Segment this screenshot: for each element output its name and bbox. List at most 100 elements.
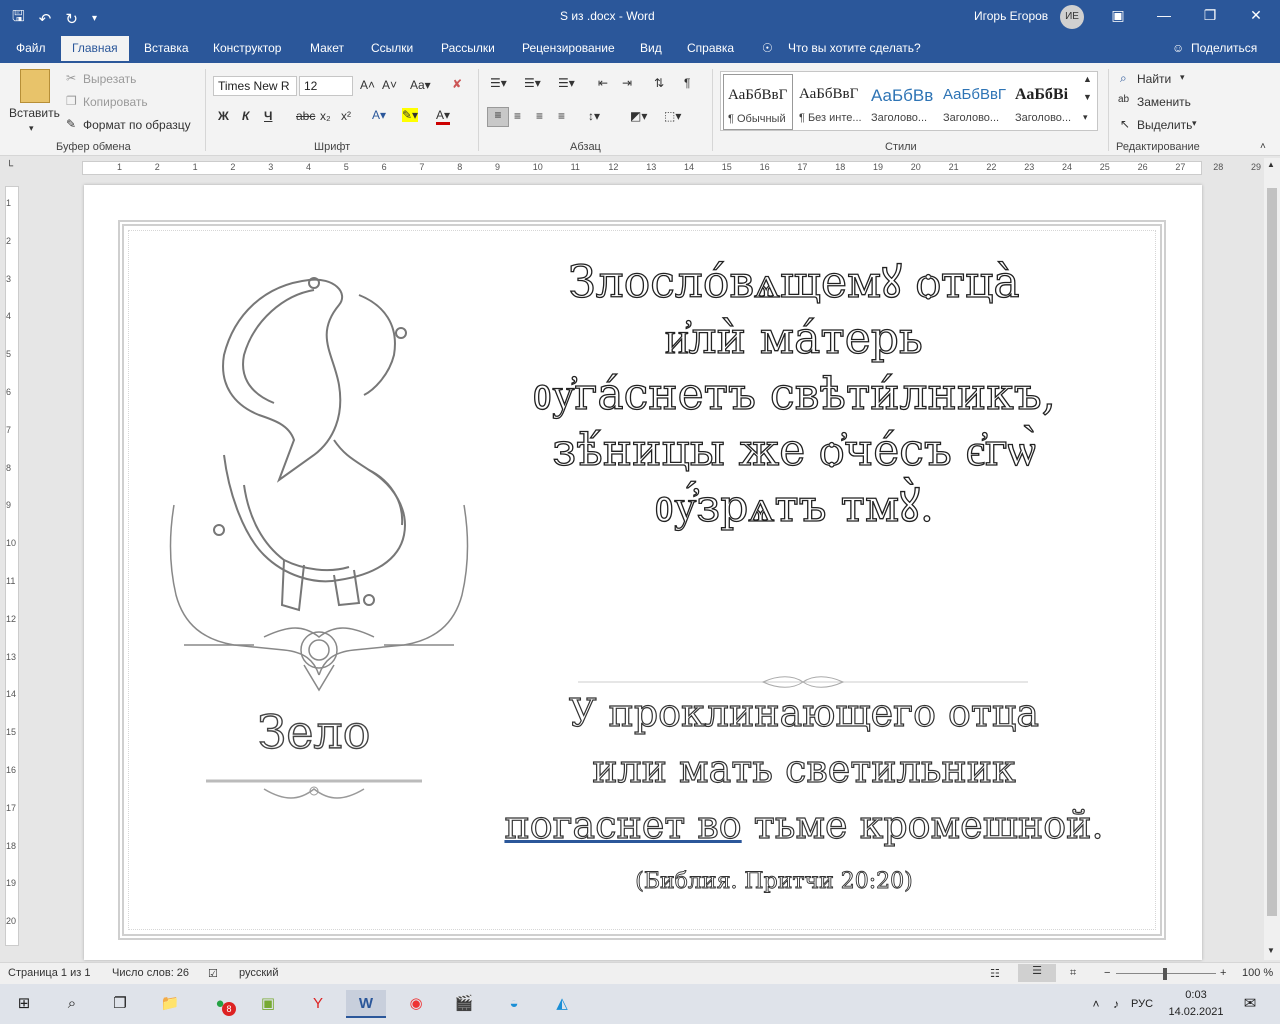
select-button[interactable]: Выделить [1137,118,1192,132]
font-color-icon[interactable]: A▾ [436,108,451,125]
horizontal-ruler[interactable]: └ 1 2 1 2 3 4 5 6 7 8 9 10 11 12 13 14 15 16 17 18 19 20 21 22 2… [0,157,1280,179]
task-view-icon[interactable]: ❐ [100,990,140,1018]
justify-icon[interactable]: ≡ [558,109,565,123]
maximize-button[interactable]: ❐ [1200,7,1220,24]
vertical-ruler[interactable]: 1 2 3 4 5 6 7 8 9 10 11 12 13 14 15 16 17 18 19 20 [0,180,22,960]
tab-mailings[interactable]: Рассылки [441,41,495,55]
font-size-combo[interactable]: 12 [299,76,353,96]
replace-button[interactable]: Заменить [1137,95,1191,109]
vertical-scrollbar[interactable]: ▲ ▼ [1264,158,1280,960]
style-heading-3[interactable]: АаБбВі Заголово... [1011,74,1081,130]
clock[interactable]: 0:03 14.02.2021 [1166,987,1226,1021]
increase-indent-icon[interactable]: ⇥ [622,76,632,90]
zoom-slider-thumb[interactable] [1163,968,1167,980]
copy-button[interactable]: Копировать [83,95,148,109]
document-page[interactable]: Зело Злослóвѧщемꙋ ѻтцà и҆лѝ ма́терь ᲂу҆г… [84,185,1202,960]
tab-file[interactable]: Файл [16,41,46,55]
share-button[interactable]: Поделиться [1191,41,1257,55]
paste-button[interactable]: Вставить [9,106,60,120]
proofing-icon[interactable]: ☑ [208,967,218,980]
styles-scroll-down-icon[interactable]: ▼ [1083,92,1092,102]
highlight-icon[interactable]: ✎▾ [402,108,419,122]
subscript-icon[interactable]: x₂ [320,109,331,123]
tab-insert[interactable]: Вставка [144,41,189,55]
tell-me-input[interactable]: Что вы хотите сделать? [788,41,921,55]
show-marks-icon[interactable]: ¶ [684,76,690,90]
zoom-level[interactable]: 100 % [1242,967,1273,979]
style-no-spacing[interactable]: АаБбВвГ ¶ Без инте... [795,74,865,130]
text-effects-icon[interactable]: A▾ [372,108,386,122]
styles-more-icon[interactable]: ▾ [1083,112,1088,123]
close-button[interactable]: ✕ [1246,7,1266,24]
borders-icon[interactable]: ⬚▾ [664,109,681,123]
user-name[interactable]: Игорь Егоров [974,9,1048,23]
change-case-icon[interactable]: Aa▾ [410,78,431,92]
read-mode-icon[interactable]: ☷ [990,967,1000,980]
tab-references[interactable]: Ссылки [371,41,413,55]
web-layout-icon[interactable]: ⌗ [1070,967,1076,980]
undo-icon[interactable]: ↶ [39,10,52,28]
clear-formatting-icon[interactable]: ✘ [452,77,462,91]
scrollbar-thumb[interactable] [1267,188,1277,916]
find-dropdown-icon[interactable]: ▾ [1180,72,1185,83]
word-app-icon[interactable]: W [346,990,386,1018]
tab-help[interactable]: Справка [687,41,734,55]
spellcheck-underlined-text[interactable]: погаснет во [504,802,742,847]
tab-view[interactable]: Вид [640,41,662,55]
word-count[interactable]: Число слов: 26 [112,967,189,979]
whatsapp-icon[interactable]: ● 8 [200,990,240,1018]
ribbon-display-icon[interactable]: ▣ [1108,7,1128,24]
sort-icon[interactable]: ⇅ [654,76,664,90]
chat-app-icon[interactable]: ▣ [248,990,288,1018]
font-name-combo[interactable]: Times New R [213,76,297,96]
align-left-icon[interactable]: ≡ [487,107,509,127]
zoom-in-icon[interactable]: + [1220,967,1226,979]
styles-scroll-up-icon[interactable]: ▲ [1083,74,1092,84]
edge-icon[interactable]: ◒ [494,990,534,1018]
paste-dropdown-icon[interactable]: ▾ [29,123,34,134]
multilevel-list-icon[interactable]: ☰▾ [558,76,575,90]
tab-review[interactable]: Рецензирование [522,41,615,55]
print-layout-icon[interactable]: ☰ [1018,964,1056,982]
input-language-indicator[interactable]: РУС [1122,990,1162,1018]
bold-button[interactable]: Ж [218,109,229,123]
language-indicator[interactable]: русский [239,967,278,979]
file-explorer-icon[interactable]: 📁 [150,990,190,1018]
style-heading-2[interactable]: АаБбВвГ Заголово... [939,74,1009,130]
grow-font-icon[interactable]: A˄ [360,78,375,92]
bullets-icon[interactable]: ☰▾ [490,76,507,90]
tab-design[interactable]: Конструктор [213,41,281,55]
avatar[interactable]: ИЕ [1060,5,1084,29]
decrease-indent-icon[interactable]: ⇤ [598,76,608,90]
yandex-browser-icon[interactable]: Y [298,990,338,1018]
tab-layout[interactable]: Макет [310,41,344,55]
scroll-down-icon[interactable]: ▼ [1267,946,1275,955]
strikethrough-icon[interactable]: abc [296,109,315,123]
customize-qat-icon[interactable]: ▾ [92,13,97,24]
underline-button[interactable]: Ч [264,109,272,123]
select-dropdown-icon[interactable]: ▾ [1192,118,1197,129]
tab-selector-icon[interactable]: └ [6,161,13,172]
italic-button[interactable]: К [242,109,249,123]
notifications-icon[interactable]: ✉ [1230,990,1270,1018]
redo-icon[interactable]: ↻ [65,10,78,28]
superscript-icon[interactable]: x² [341,109,351,123]
collapse-ribbon-icon[interactable]: ˄ [1260,141,1266,152]
windows-start-icon[interactable]: ⊞ [4,990,44,1018]
line-spacing-icon[interactable]: ↕▾ [588,109,600,123]
minimize-button[interactable]: — [1154,7,1174,23]
align-center-icon[interactable]: ≡ [514,109,521,123]
style-heading-1[interactable]: АаБбВв Заголово... [867,74,937,130]
cut-button[interactable]: Вырезать [83,72,136,86]
paste-icon[interactable] [20,69,50,103]
chrome-icon[interactable]: ◉ [396,990,436,1018]
shrink-font-icon[interactable]: A˅ [382,78,397,92]
page-count[interactable]: Страница 1 из 1 [8,967,90,979]
align-right-icon[interactable]: ≡ [536,109,543,123]
tab-home[interactable]: Главная [61,36,129,61]
format-painter-button[interactable]: Формат по образцу [83,118,191,132]
find-button[interactable]: Найти [1137,72,1171,86]
scroll-up-icon[interactable]: ▲ [1267,160,1275,169]
video-editor-icon[interactable]: 🎬 [444,990,484,1018]
style-normal[interactable]: АаБбВвГ ¶ Обычный [723,74,793,130]
